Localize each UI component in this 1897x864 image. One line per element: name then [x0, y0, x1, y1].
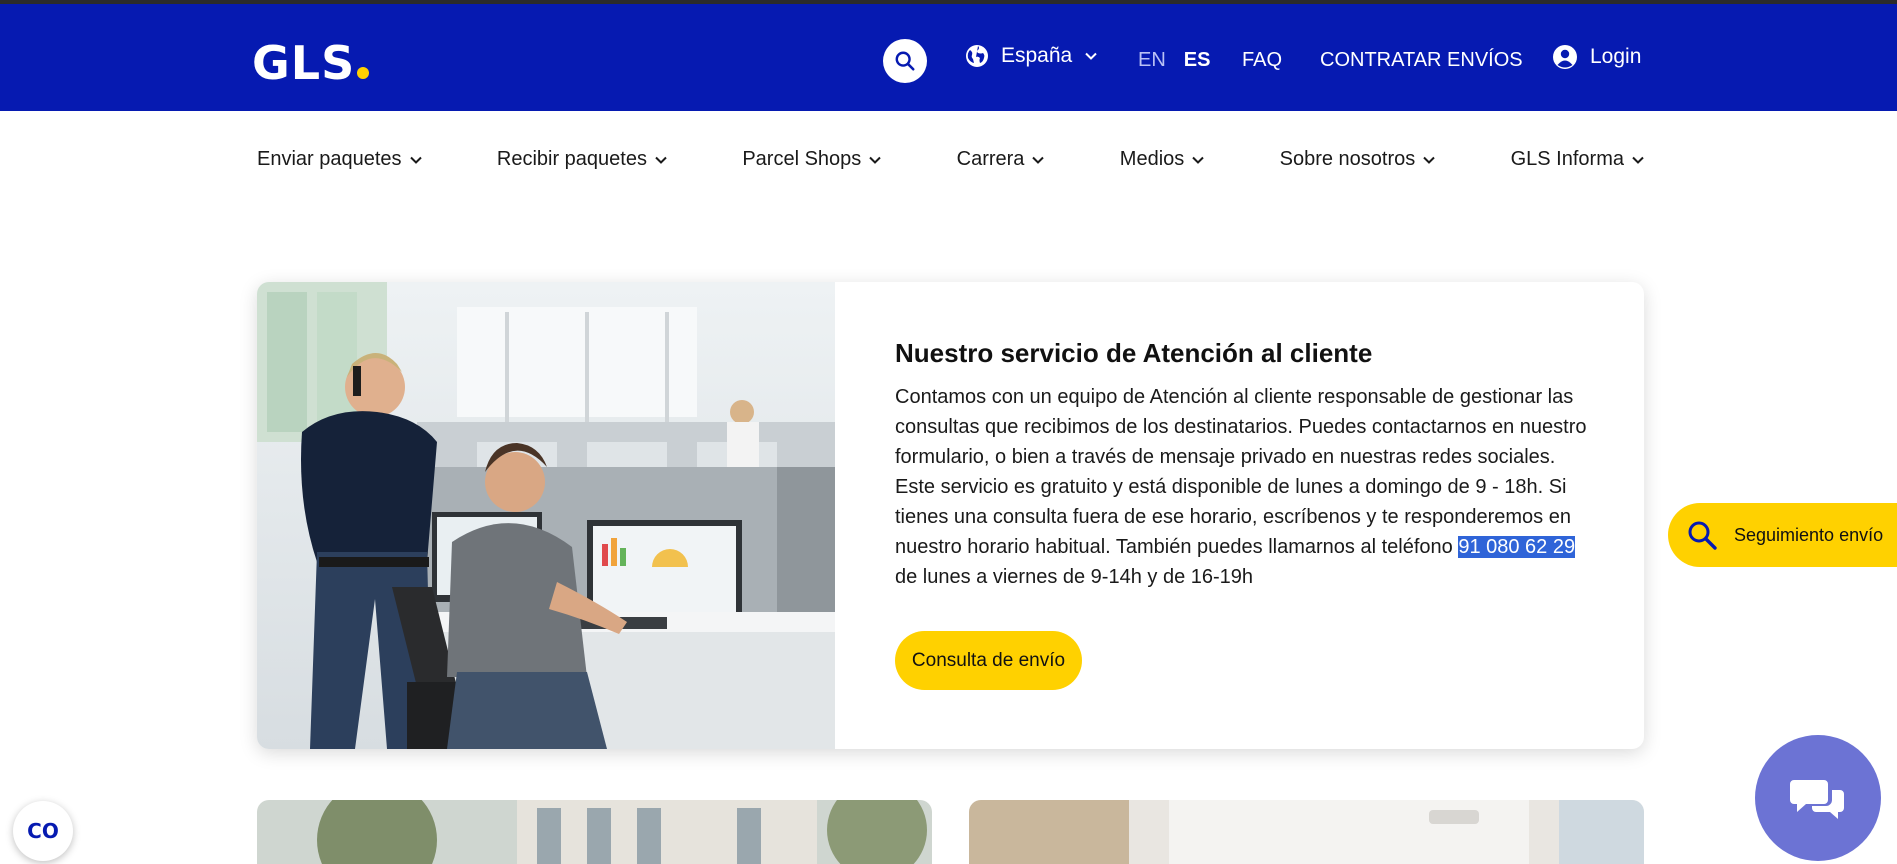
cookie-consent-button[interactable]: CO — [13, 801, 73, 861]
search-icon — [895, 51, 915, 71]
nav-item-carrera[interactable]: Carrera — [957, 148, 1046, 171]
lang-es[interactable]: ES — [1184, 49, 1211, 72]
chevron-down-icon — [409, 156, 422, 164]
seguimiento-envio-button[interactable]: Seguimiento envío — [1668, 503, 1897, 567]
consulta-envio-button[interactable]: Consulta de envío — [895, 631, 1082, 690]
chevron-down-icon — [1423, 156, 1435, 164]
login-link[interactable]: Login — [1552, 44, 1641, 70]
chevron-down-icon — [1192, 156, 1204, 164]
contratar-envios-link[interactable]: CONTRATAR ENVÍOS — [1320, 49, 1523, 72]
office-photo — [257, 282, 835, 749]
lower-card-van[interactable] — [969, 800, 1644, 864]
country-label: España — [1001, 44, 1073, 67]
nav-item-parcel-shops[interactable]: Parcel Shops — [742, 148, 882, 171]
search-button[interactable] — [883, 39, 927, 83]
globe-icon — [966, 45, 988, 67]
top-header: GLS España EN ES FAQ CONTRATAR ENVÍOS Lo… — [0, 0, 1897, 111]
user-icon — [1553, 45, 1577, 69]
chevron-down-icon — [1032, 156, 1045, 164]
chevron-down-icon — [1632, 156, 1644, 164]
nav-item-enviar-paquetes[interactable]: Enviar paquetes — [257, 148, 423, 171]
lang-en[interactable]: EN — [1138, 49, 1166, 72]
chevron-down-icon — [869, 156, 882, 164]
nav-item-sobre-nosotros[interactable]: Sobre nosotros — [1280, 148, 1437, 171]
customer-service-card: Nuestro servicio de Atención al cliente … — [257, 282, 1644, 749]
nav-item-medios[interactable]: Medios — [1120, 148, 1205, 171]
login-label: Login — [1590, 45, 1642, 68]
main-navigation: Enviar paquetes Recibir paquetes Parcel … — [257, 148, 1645, 171]
gls-logo[interactable]: GLS — [252, 36, 370, 90]
chat-bubbles-icon — [1790, 780, 1844, 819]
logo-dot — [357, 67, 370, 79]
chevron-down-icon — [1085, 52, 1097, 60]
card-title: Nuestro servicio de Atención al cliente — [895, 338, 1373, 368]
language-switcher: EN ES — [1138, 49, 1210, 72]
card-description: Contamos con un equipo de Atención al cl… — [895, 386, 1587, 588]
cookie-label: CO — [27, 819, 59, 843]
tracking-label: Seguimiento envío — [1734, 524, 1884, 545]
chat-button[interactable] — [1755, 735, 1881, 861]
phone-number[interactable]: 91 080 62 29 — [1458, 536, 1576, 558]
country-selector[interactable]: España — [965, 44, 1098, 68]
nav-item-gls-informa[interactable]: GLS Informa — [1511, 148, 1645, 171]
faq-link[interactable]: FAQ — [1242, 49, 1282, 72]
lower-card-building[interactable] — [257, 800, 932, 864]
chevron-down-icon — [655, 156, 667, 164]
search-icon — [1688, 521, 1717, 550]
nav-item-recibir-paquetes[interactable]: Recibir paquetes — [497, 148, 668, 171]
